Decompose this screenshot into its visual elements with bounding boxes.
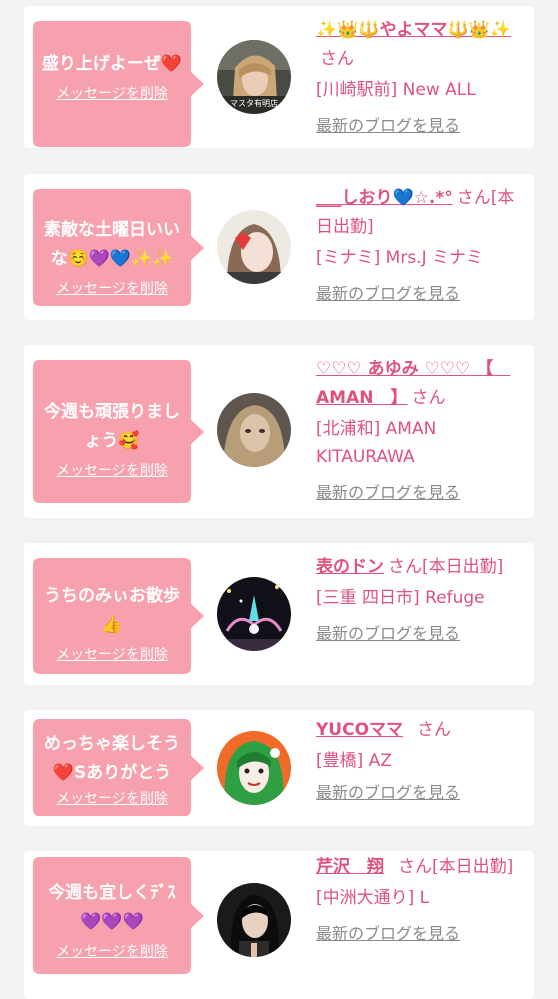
message-bubble: 盛り上げよーぜ❤️ メッセージを削除 <box>33 21 204 147</box>
avatar[interactable]: マスタ有明店 <box>217 40 291 114</box>
message-bubble: うちのみぃお散歩👍 メッセージを削除 <box>33 558 204 674</box>
delete-message-button[interactable]: メッセージを削除 <box>56 83 168 103</box>
avatar[interactable] <box>217 883 291 957</box>
sender-name-link[interactable]: 表のドン <box>316 557 384 577</box>
view-blog-link[interactable]: 最新のブログを見る <box>316 479 460 503</box>
sender-name-link[interactable]: 芹沢 翔 <box>316 857 384 877</box>
shop-name: [ミナミ] Mrs.J ミナミ <box>316 248 484 268</box>
sender-name-link[interactable]: YUCOママ <box>316 720 403 740</box>
green-hair-illustration-icon <box>217 731 291 805</box>
message-card: 盛り上げよーぜ❤️ メッセージを削除 マスタ有明店 ✨👑🔱やよママ🔱👑✨ さん [… <box>24 6 534 148</box>
blonde-woman-photo-icon: マスタ有明店 <box>217 40 291 114</box>
message-card: うちのみぃお散歩👍 メッセージを削除 表のドン さん[本日出勤] [三重 四日市]… <box>24 543 534 685</box>
blurred-woman-photo-icon <box>217 393 291 467</box>
avatar[interactable] <box>217 210 291 284</box>
message-bubble: 今週も宜しくﾃﾞｽ💜💜💜 メッセージを削除 <box>33 857 204 974</box>
today-badge: [本日出勤] <box>432 857 514 877</box>
delete-message-button[interactable]: メッセージを削除 <box>56 788 168 808</box>
message-text: めっちゃ楽しそう❤️Sありがとう <box>44 734 180 783</box>
message-card: 素敵な土曜日いいな☺️💜💙✨✨ メッセージを削除 ___しおり💙☆.*° さん[本… <box>24 174 534 320</box>
avatar[interactable] <box>217 577 291 651</box>
message-card: 今週も頑張りましょう🥰 メッセージを削除 ♡♡♡ あゆみ ♡♡♡ 【 AMAN … <box>24 345 534 518</box>
message-text: 盛り上げよーぜ❤️ <box>41 54 183 74</box>
message-text: 素敵な土曜日いいな☺️💜💙✨✨ <box>44 220 180 269</box>
sender-info: 表のドン さん[本日出勤] [三重 四日市] Refuge 最新のブログを見る <box>316 553 526 644</box>
avatar-caption: マスタ有明店 <box>230 98 278 108</box>
shop-name: [中洲大通り] L <box>316 888 430 908</box>
san-suffix: さん <box>417 720 452 740</box>
delete-message-button[interactable]: メッセージを削除 <box>56 460 168 480</box>
view-blog-link[interactable]: 最新のブログを見る <box>316 779 460 803</box>
view-blog-link[interactable]: 最新のブログを見る <box>316 280 460 304</box>
sender-info: YUCOママ さん [豊橋] AZ 最新のブログを見る <box>316 716 526 803</box>
delete-message-button[interactable]: メッセージを削除 <box>56 644 168 664</box>
message-card: めっちゃ楽しそう❤️Sありがとう メッセージを削除 YUCOママ さん [豊橋] … <box>24 710 534 826</box>
san-suffix: さん <box>456 188 491 208</box>
sender-info: ___しおり💙☆.*° さん[本日出勤] [ミナミ] Mrs.J ミナミ 最新のブ… <box>316 184 526 304</box>
san-suffix: さん <box>398 857 432 877</box>
message-bubble: 今週も頑張りましょう🥰 メッセージを削除 <box>33 360 204 503</box>
view-blog-link[interactable]: 最新のブログを見る <box>316 920 460 944</box>
name-line: ♡♡♡ あゆみ ♡♡♡ 【 AMAN 】さん <box>316 355 526 413</box>
shop-name: [川崎駅前] New ALL <box>316 80 476 100</box>
today-badge: [本日出勤] <box>422 557 504 577</box>
view-blog-link[interactable]: 最新のブログを見る <box>316 112 460 136</box>
sender-info: ✨👑🔱やよママ🔱👑✨ さん [川崎駅前] New ALL 最新のブログを見る <box>316 16 526 136</box>
sender-info: 芹沢 翔さん[本日出勤] [中洲大通り] L 最新のブログを見る <box>316 853 526 944</box>
night-illumination-photo-icon <box>217 577 291 651</box>
delete-message-button[interactable]: メッセージを削除 <box>56 941 168 961</box>
message-text: 今週も頑張りましょう🥰 <box>44 402 180 451</box>
sender-name-link[interactable]: ✨👑🔱やよママ🔱👑✨ <box>316 20 511 40</box>
san-suffix: さん <box>388 557 422 577</box>
dark-hair-man-photo-icon <box>217 883 291 957</box>
message-text: うちのみぃお散歩👍 <box>44 586 180 635</box>
shop-name: [北浦和] AMAN KITAURAWA <box>316 419 437 467</box>
sender-info: ♡♡♡ あゆみ ♡♡♡ 【 AMAN 】さん [北浦和] AMAN KITAUR… <box>316 355 526 503</box>
name-line: ✨👑🔱やよママ🔱👑✨ さん <box>316 16 526 74</box>
view-blog-link[interactable]: 最新のブログを見る <box>316 620 460 644</box>
name-line: ___しおり💙☆.*° さん[本日出勤] <box>316 184 526 242</box>
san-suffix: さん <box>411 388 446 408</box>
message-bubble: 素敵な土曜日いいな☺️💜💙✨✨ メッセージを削除 <box>33 189 204 306</box>
message-feed: 盛り上げよーぜ❤️ メッセージを削除 マスタ有明店 ✨👑🔱やよママ🔱👑✨ さん [… <box>0 0 558 999</box>
name-line: YUCOママ さん <box>316 716 526 745</box>
sender-name-link[interactable]: ___しおり💙☆.*° <box>316 188 453 208</box>
name-line: 芹沢 翔さん[本日出勤] <box>316 853 526 882</box>
message-text: 今週も宜しくﾃﾞｽ💜💜💜 <box>48 883 176 932</box>
delete-message-button[interactable]: メッセージを削除 <box>56 278 168 298</box>
avatar[interactable] <box>217 393 291 467</box>
shop-name: [三重 四日市] Refuge <box>316 588 485 608</box>
avatar[interactable] <box>217 731 291 805</box>
shop-name: [豊橋] AZ <box>316 751 392 771</box>
san-suffix: さん <box>320 49 354 69</box>
woman-heart-sticker-photo-icon <box>217 210 291 284</box>
message-card: 今週も宜しくﾃﾞｽ💜💜💜 メッセージを削除 芹沢 翔さん[本日出勤] [中洲大通… <box>24 851 534 999</box>
message-bubble: めっちゃ楽しそう❤️Sありがとう メッセージを削除 <box>33 719 204 816</box>
name-line: 表のドン さん[本日出勤] <box>316 553 526 582</box>
